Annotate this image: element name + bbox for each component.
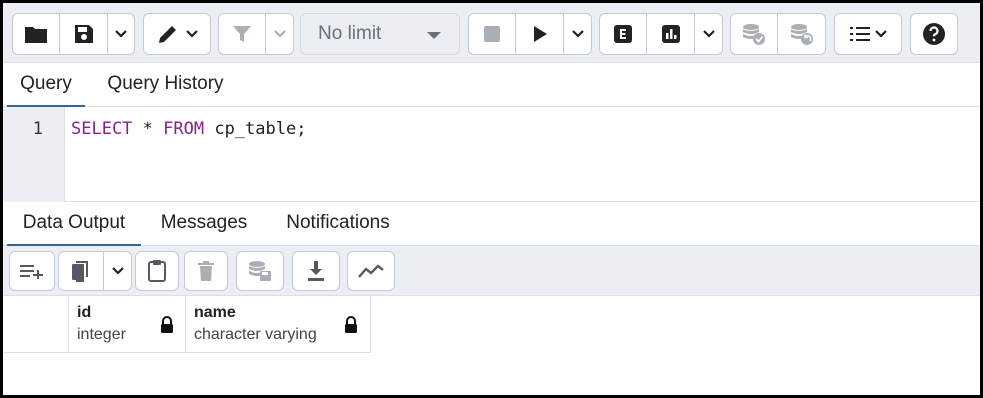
caret-down-icon: [427, 32, 441, 39]
chevron-down-icon: [186, 30, 198, 38]
explain-button[interactable]: [599, 13, 647, 55]
edit-button[interactable]: [143, 13, 211, 55]
paste-button[interactable]: [135, 251, 179, 291]
execute-options-button[interactable]: [564, 13, 592, 55]
copy-options-button[interactable]: [104, 251, 132, 291]
clipboard-icon: [148, 260, 166, 282]
token-table-name: cp_table;: [204, 119, 307, 139]
open-file-button[interactable]: [12, 13, 60, 55]
chevron-down-icon: [111, 267, 124, 275]
database-check-icon: [743, 24, 765, 45]
database-undo-icon: [790, 24, 813, 45]
output-tabs: Data Output Messages Notifications: [3, 202, 980, 247]
tab-query[interactable]: Query: [7, 63, 85, 108]
add-row-button[interactable]: [9, 251, 55, 291]
explain-analyze-button[interactable]: [647, 13, 695, 55]
stop-button[interactable]: [468, 13, 516, 55]
lock-icon: [345, 316, 357, 333]
filter-options-button[interactable]: [266, 13, 294, 55]
row-limit-select[interactable]: No limit: [300, 13, 460, 55]
filter-icon: [233, 26, 251, 42]
row-number-header[interactable]: [3, 296, 69, 353]
tab-query-history[interactable]: Query History: [93, 63, 238, 107]
filter-button[interactable]: [218, 13, 266, 55]
keyword-from: FROM: [163, 119, 205, 139]
explain-e-icon: [614, 25, 632, 43]
pencil-icon: [159, 26, 176, 43]
tab-messages-label: Messages: [160, 212, 248, 233]
tab-messages[interactable]: Messages: [149, 202, 259, 246]
floppy-disk-icon: [74, 25, 93, 43]
trash-icon: [198, 261, 214, 281]
save-data-button[interactable]: [236, 251, 284, 291]
column-name: id: [77, 304, 92, 321]
column-name: name: [194, 304, 236, 321]
tab-query-history-label: Query History: [107, 73, 224, 94]
tab-query-label: Query: [20, 73, 72, 94]
chevron-down-icon: [571, 30, 584, 38]
column-type: character varying: [194, 326, 317, 343]
download-icon: [308, 261, 324, 281]
lock-icon: [161, 316, 173, 333]
data-toolbar: [3, 246, 980, 296]
stop-icon: [484, 26, 500, 42]
line-number: 1: [32, 119, 43, 139]
token-star: *: [132, 119, 164, 139]
explain-options-button[interactable]: [695, 13, 723, 55]
query-tool-panel: No limit Query Query History 1 SELECT * …: [0, 0, 983, 398]
execute-button[interactable]: [516, 13, 564, 55]
bar-chart-icon: [661, 25, 680, 43]
query-tabs: Query Query History: [3, 63, 980, 108]
copy-button[interactable]: [58, 251, 104, 291]
database-save-icon: [249, 261, 271, 281]
help-button[interactable]: [910, 13, 958, 55]
save-file-button[interactable]: [60, 13, 108, 55]
list-icon: [850, 27, 870, 41]
sql-editor[interactable]: 1 SELECT * FROM cp_table;: [3, 107, 980, 202]
macros-button[interactable]: [834, 13, 902, 55]
play-icon: [533, 26, 547, 42]
chevron-down-icon: [875, 30, 887, 38]
tab-data-output[interactable]: Data Output: [7, 202, 141, 247]
commit-button[interactable]: [730, 13, 778, 55]
query-toolbar: No limit: [3, 3, 980, 63]
folder-icon: [25, 27, 47, 43]
column-header-name[interactable]: name character varying: [186, 296, 371, 353]
chevron-down-icon: [702, 30, 715, 38]
column-type: integer: [77, 326, 126, 343]
rollback-button[interactable]: [778, 13, 826, 55]
keyword-select: SELECT: [71, 119, 133, 139]
question-icon: [923, 23, 945, 45]
save-options-button[interactable]: [108, 13, 135, 55]
code-line: SELECT * FROM cp_table;: [71, 119, 306, 139]
delete-button[interactable]: [184, 251, 228, 291]
add-row-icon: [20, 265, 43, 279]
tab-notifications-label: Notifications: [286, 212, 390, 233]
line-graph-icon: [358, 264, 384, 278]
tab-data-output-label: Data Output: [22, 212, 126, 233]
download-button[interactable]: [292, 251, 340, 291]
tab-notifications[interactable]: Notifications: [273, 202, 403, 246]
chevron-down-icon: [115, 30, 127, 38]
copy-icon: [72, 261, 88, 282]
line-gutter: 1: [3, 107, 65, 202]
column-header-id[interactable]: id integer: [69, 296, 186, 353]
graph-button[interactable]: [347, 251, 395, 291]
chevron-down-icon: [273, 30, 286, 38]
row-limit-value: No limit: [318, 23, 382, 44]
